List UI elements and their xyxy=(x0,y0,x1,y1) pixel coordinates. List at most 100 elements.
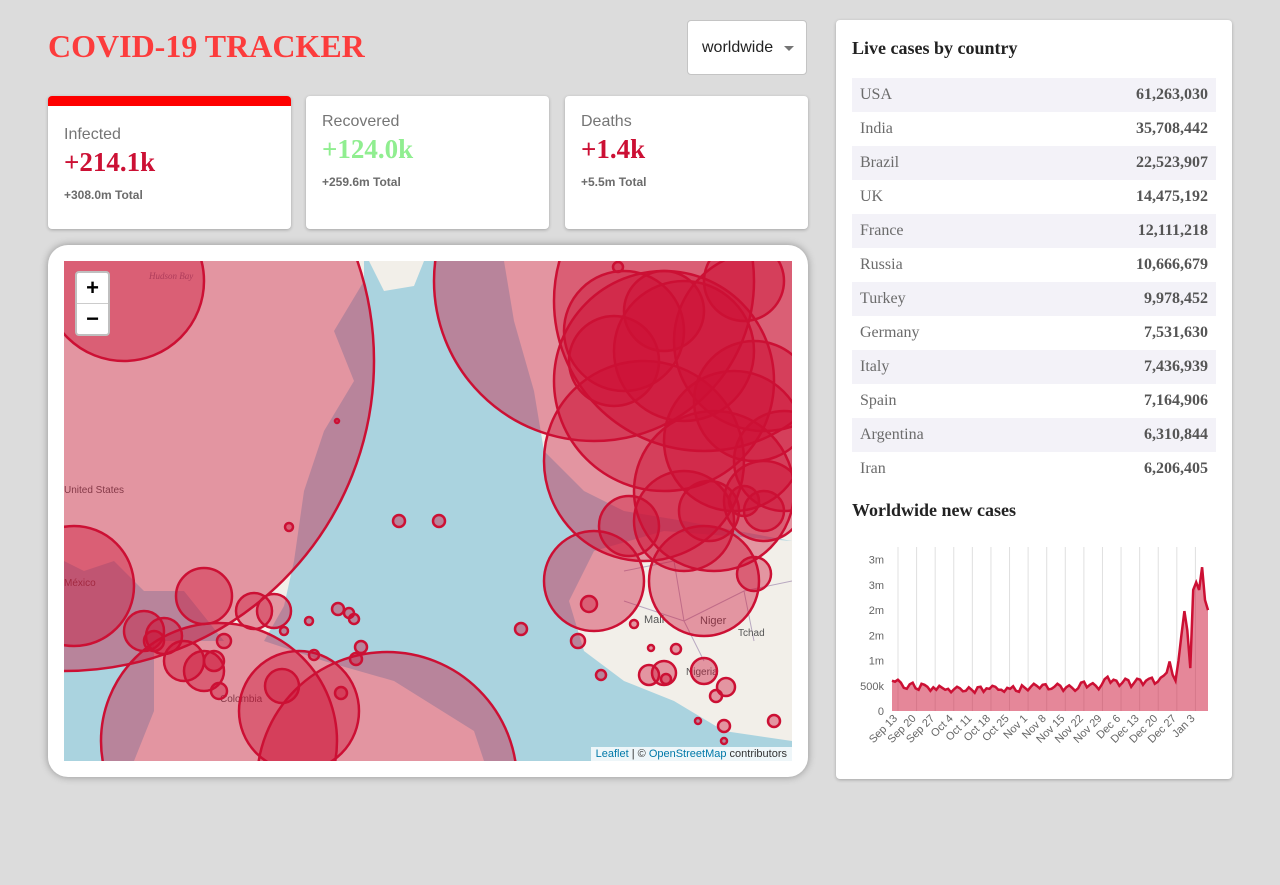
case-circle[interactable] xyxy=(513,621,529,637)
table-row: UK 14,475,192 xyxy=(852,180,1216,214)
case-circle[interactable] xyxy=(263,667,301,705)
case-count: 6,206,405 xyxy=(1144,460,1208,477)
table-row: Brazil 22,523,907 xyxy=(852,146,1216,180)
openstreetmap-link[interactable]: OpenStreetMap xyxy=(649,748,727,760)
infected-total: +308.0m Total xyxy=(64,188,143,202)
case-circle[interactable] xyxy=(283,521,295,533)
case-count: 9,978,452 xyxy=(1144,290,1208,307)
zoom-out-button[interactable]: − xyxy=(77,303,108,334)
y-tick-label: 1m xyxy=(869,656,884,668)
case-circle[interactable] xyxy=(708,688,724,704)
deaths-value: +1.4k xyxy=(581,134,646,164)
country-name: India xyxy=(860,120,893,137)
country-name: Italy xyxy=(860,358,890,375)
case-circle[interactable] xyxy=(215,632,233,650)
case-circle[interactable] xyxy=(307,648,321,662)
table-row: Spain 7,164,906 xyxy=(852,384,1216,418)
y-tick-label: 2m xyxy=(869,605,884,617)
attribution-suffix: contributors xyxy=(726,748,787,760)
map-label-tchad: Tchad xyxy=(738,628,765,639)
country-select-value: worldwide xyxy=(702,38,774,56)
case-circle[interactable] xyxy=(255,592,293,630)
deaths-card[interactable]: Deaths +1.4k +5.5m Total xyxy=(565,96,808,229)
case-circle[interactable] xyxy=(677,479,741,543)
country-name: UK xyxy=(860,188,884,205)
case-circle[interactable] xyxy=(622,269,706,353)
map-layer: Hudson Bay United States México Colombia… xyxy=(64,261,792,761)
map-attribution: Leaflet | © OpenStreetMap contributors xyxy=(590,747,792,761)
y-tick-label: 3m xyxy=(869,580,884,592)
case-circle[interactable] xyxy=(278,625,290,637)
case-circle[interactable] xyxy=(431,513,447,529)
case-circle[interactable] xyxy=(646,643,656,653)
world-map[interactable]: Hudson Bay United States México Colombia… xyxy=(64,261,792,761)
country-name: Russia xyxy=(860,256,903,273)
case-circle[interactable] xyxy=(353,639,369,655)
case-circle[interactable] xyxy=(689,656,719,686)
attribution-separator: | © xyxy=(628,748,649,760)
case-circle[interactable] xyxy=(766,713,782,729)
case-circle[interactable] xyxy=(348,651,364,667)
case-circle[interactable] xyxy=(716,718,732,734)
case-count: 61,263,030 xyxy=(1136,86,1208,103)
leaflet-link[interactable]: Leaflet xyxy=(596,748,629,760)
country-name: Germany xyxy=(860,324,920,341)
country-name: USA xyxy=(860,86,893,103)
case-circle[interactable] xyxy=(597,494,661,558)
y-tick-label: 0 xyxy=(878,706,884,718)
case-circle[interactable] xyxy=(727,484,761,518)
table-row: India 35,708,442 xyxy=(852,112,1216,146)
y-tick-label: 500k xyxy=(860,681,884,693)
country-name: Spain xyxy=(860,392,897,409)
case-circle[interactable] xyxy=(569,632,587,650)
zoom-in-button[interactable]: + xyxy=(77,273,108,303)
case-count: 7,164,906 xyxy=(1144,392,1208,409)
zoom-control: + − xyxy=(75,271,110,336)
recovered-total: +259.6m Total xyxy=(322,175,401,189)
map-container: Hudson Bay United States México Colombia… xyxy=(48,245,808,777)
case-circle[interactable] xyxy=(202,649,226,673)
case-circle[interactable] xyxy=(693,716,703,726)
greenland-landmass xyxy=(369,261,424,291)
table-row: Russia 10,666,679 xyxy=(852,248,1216,282)
case-circle[interactable] xyxy=(719,736,729,746)
case-circle[interactable] xyxy=(611,261,625,274)
infected-card[interactable]: Infected +214.1k +308.0m Total xyxy=(48,96,291,229)
case-circle[interactable] xyxy=(333,685,349,701)
case-circle[interactable] xyxy=(303,615,315,627)
country-name: France xyxy=(860,222,904,239)
case-count: 12,111,218 xyxy=(1137,222,1208,239)
country-table: USA 61,263,030 India 35,708,442 Brazil 22,523… xyxy=(852,78,1216,486)
case-count: 7,436,939 xyxy=(1144,358,1208,375)
case-circle[interactable] xyxy=(594,668,608,682)
case-circle[interactable] xyxy=(735,555,773,593)
country-name: Iran xyxy=(860,460,886,477)
case-circle[interactable] xyxy=(659,672,673,686)
infected-label: Infected xyxy=(64,126,121,143)
case-circle[interactable] xyxy=(330,601,346,617)
case-count: 7,531,630 xyxy=(1144,324,1208,341)
y-tick-label: 2m xyxy=(869,630,884,642)
case-circle[interactable] xyxy=(174,566,234,626)
table-row: Argentina 6,310,844 xyxy=(852,418,1216,452)
recovered-card[interactable]: Recovered +124.0k +259.6m Total xyxy=(306,96,549,229)
country-select[interactable]: worldwide xyxy=(687,20,807,75)
case-count: 14,475,192 xyxy=(1136,188,1208,205)
recovered-label: Recovered xyxy=(322,113,400,130)
case-circle[interactable] xyxy=(347,612,361,626)
new-cases-chart: Sep 13Sep 20Sep 27Oct 4Oct 11Oct 18Oct 2… xyxy=(860,547,1210,746)
case-count: 6,310,844 xyxy=(1144,426,1208,443)
country-name: Argentina xyxy=(860,426,924,443)
case-circle[interactable] xyxy=(142,629,166,653)
case-circle[interactable] xyxy=(209,681,229,701)
case-circle[interactable] xyxy=(391,513,407,529)
table-row: Germany 7,531,630 xyxy=(852,316,1216,350)
recovered-value: +124.0k xyxy=(322,134,414,164)
case-circle[interactable] xyxy=(628,618,640,630)
case-circle[interactable] xyxy=(333,417,341,425)
case-circle[interactable] xyxy=(669,642,683,656)
country-name: Turkey xyxy=(860,290,906,307)
case-count: 22,523,907 xyxy=(1136,154,1208,171)
table-row: France 12,111,218 xyxy=(852,214,1216,248)
case-circle[interactable] xyxy=(579,594,599,614)
